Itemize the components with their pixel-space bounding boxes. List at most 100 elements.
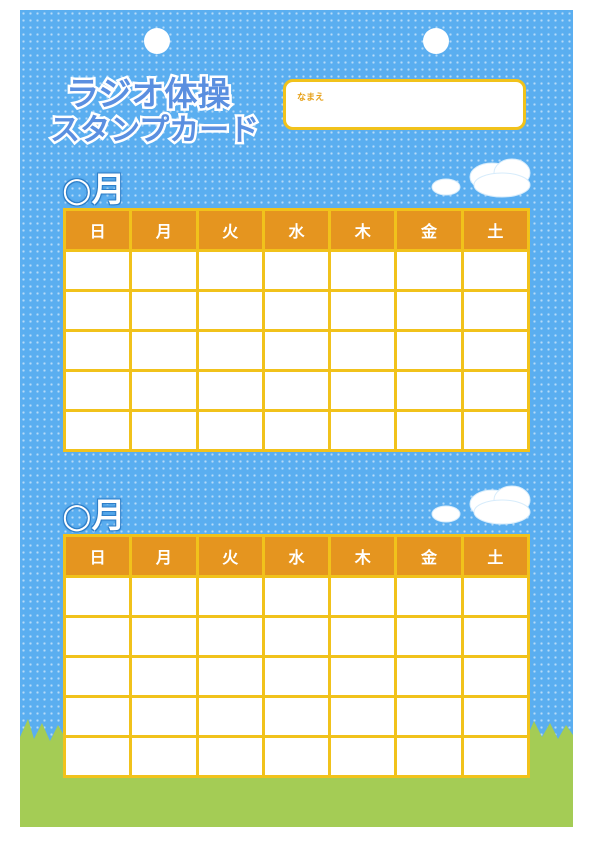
week-row (62, 695, 531, 738)
weekday-sun: 日 (62, 208, 133, 252)
week-row (62, 369, 531, 412)
stamp-cell[interactable] (460, 369, 531, 412)
stamp-cell[interactable] (261, 249, 332, 292)
month-label-2: ○月 (62, 496, 126, 536)
stamp-cell[interactable] (129, 409, 199, 452)
weekday-thu: 木 (328, 208, 398, 252)
stamp-cell[interactable] (129, 695, 199, 738)
stamp-cell[interactable] (460, 249, 531, 292)
stamp-card: ラジオ体操 スタンプカード なまえ ○月 日 月 火 水 木 金 土 ○月 日 … (20, 10, 573, 827)
stamp-cell[interactable] (261, 615, 332, 658)
stamp-cell[interactable] (195, 249, 265, 292)
stamp-cell[interactable] (328, 615, 398, 658)
stamp-cell[interactable] (195, 369, 265, 412)
week-row (62, 249, 531, 292)
stamp-cell[interactable] (195, 329, 265, 372)
stamp-cell[interactable] (328, 655, 398, 698)
stamp-cell[interactable] (460, 615, 531, 658)
stamp-cell[interactable] (129, 369, 199, 412)
stamp-cell[interactable] (394, 409, 464, 452)
stamp-cell[interactable] (195, 695, 265, 738)
weekday-fri: 金 (394, 208, 464, 252)
name-field-label: なまえ (297, 93, 325, 103)
stamp-cell[interactable] (129, 249, 199, 292)
stamp-cell[interactable] (195, 615, 265, 658)
stamp-cell[interactable] (394, 369, 464, 412)
stamp-cell[interactable] (460, 329, 531, 372)
stamp-cell[interactable] (261, 695, 332, 738)
stamp-cell[interactable] (394, 655, 464, 698)
stamp-cell[interactable] (394, 249, 464, 292)
stamp-cell[interactable] (394, 695, 464, 738)
calendar-grid-2: 日 月 火 水 木 金 土 (62, 534, 531, 778)
punch-hole-left (144, 28, 170, 54)
stamp-cell[interactable] (62, 735, 133, 778)
calendar-grid-1: 日 月 火 水 木 金 土 (62, 208, 531, 452)
stamp-cell[interactable] (261, 409, 332, 452)
stamp-cell[interactable] (195, 409, 265, 452)
stamp-cell[interactable] (394, 735, 464, 778)
stamp-cell[interactable] (195, 289, 265, 332)
stamp-cell[interactable] (261, 369, 332, 412)
title-line-2: スタンプカード (50, 113, 259, 148)
stamp-cell[interactable] (460, 655, 531, 698)
stamp-cell[interactable] (261, 575, 332, 618)
weekday-mon: 月 (129, 208, 199, 252)
cloud-icon (431, 485, 531, 525)
name-field[interactable]: なまえ (283, 79, 526, 130)
stamp-cell[interactable] (394, 329, 464, 372)
stamp-cell[interactable] (261, 329, 332, 372)
stamp-cell[interactable] (62, 329, 133, 372)
weekday-tue: 火 (195, 534, 265, 578)
stamp-cell[interactable] (328, 249, 398, 292)
weekday-fri: 金 (394, 534, 464, 578)
stamp-cell[interactable] (328, 289, 398, 332)
stamp-cell[interactable] (195, 735, 265, 778)
stamp-cell[interactable] (129, 329, 199, 372)
stamp-cell[interactable] (62, 695, 133, 738)
stamp-cell[interactable] (62, 655, 133, 698)
stamp-cell[interactable] (394, 615, 464, 658)
stamp-cell[interactable] (460, 735, 531, 778)
stamp-cell[interactable] (460, 409, 531, 452)
title-line-1: ラジオ体操 (66, 74, 230, 113)
stamp-cell[interactable] (328, 329, 398, 372)
stamp-cell[interactable] (394, 575, 464, 618)
cloud-icon (431, 158, 531, 198)
stamp-cell[interactable] (261, 735, 332, 778)
stamp-cell[interactable] (129, 615, 199, 658)
stamp-cell[interactable] (62, 369, 133, 412)
week-row (62, 575, 531, 618)
stamp-cell[interactable] (195, 575, 265, 618)
stamp-cell[interactable] (62, 409, 133, 452)
stamp-cell[interactable] (62, 289, 133, 332)
weekday-tue: 火 (195, 208, 265, 252)
stamp-cell[interactable] (261, 289, 332, 332)
stamp-cell[interactable] (261, 655, 332, 698)
stamp-cell[interactable] (460, 695, 531, 738)
stamp-cell[interactable] (328, 735, 398, 778)
stamp-cell[interactable] (195, 655, 265, 698)
month-label-1: ○月 (62, 170, 126, 210)
stamp-cell[interactable] (460, 289, 531, 332)
weekday-thu: 木 (328, 534, 398, 578)
stamp-cell[interactable] (460, 575, 531, 618)
stamp-cell[interactable] (129, 575, 199, 618)
stamp-cell[interactable] (394, 289, 464, 332)
weekday-header-row: 日 月 火 水 木 金 土 (62, 208, 531, 252)
stamp-cell[interactable] (62, 615, 133, 658)
stamp-cell[interactable] (129, 289, 199, 332)
stamp-cell[interactable] (328, 695, 398, 738)
stamp-cell[interactable] (129, 735, 199, 778)
stamp-cell[interactable] (328, 575, 398, 618)
stamp-cell[interactable] (328, 369, 398, 412)
stamp-cell[interactable] (129, 655, 199, 698)
weekday-sat: 土 (460, 534, 531, 578)
weekday-header-row: 日 月 火 水 木 金 土 (62, 534, 531, 578)
stamp-cell[interactable] (328, 409, 398, 452)
week-row (62, 329, 531, 372)
stamp-cell[interactable] (62, 249, 133, 292)
week-row (62, 615, 531, 658)
week-row (62, 409, 531, 452)
stamp-cell[interactable] (62, 575, 133, 618)
